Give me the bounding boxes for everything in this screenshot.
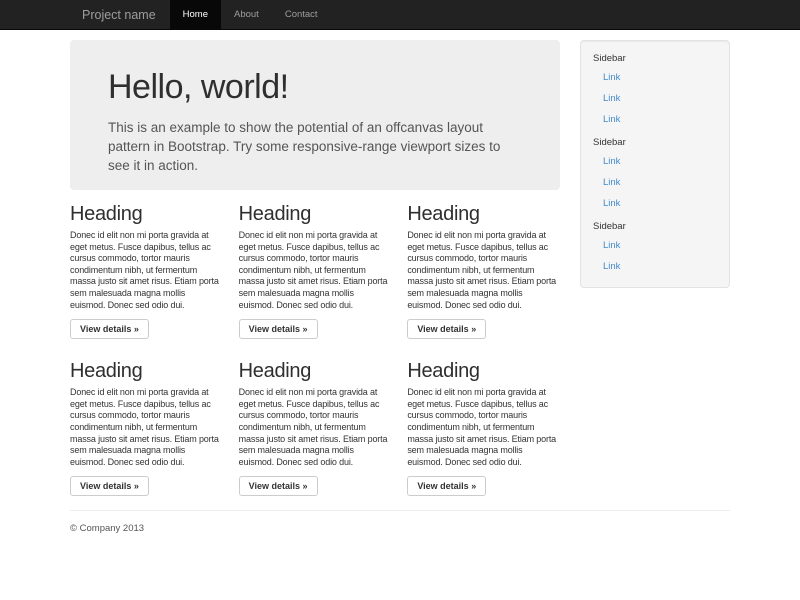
page-title: Hello, world! xyxy=(108,70,522,106)
navbar-menu: Home About Contact xyxy=(170,0,331,30)
card: Heading Donec id elit non mi porta gravi… xyxy=(407,192,560,339)
view-details-button[interactable]: View details » xyxy=(70,476,149,496)
copyright-text: © Company 2013 xyxy=(70,523,730,534)
sidebar-heading: Sidebar xyxy=(593,221,717,232)
sidebar: Sidebar Link Link Link Sidebar Link Link… xyxy=(580,40,730,496)
nav-item-contact[interactable]: Contact xyxy=(272,0,331,30)
card: Heading Donec id elit non mi porta gravi… xyxy=(70,349,223,496)
card: Heading Donec id elit non mi porta gravi… xyxy=(239,349,392,496)
sidebar-well: Sidebar Link Link Link Sidebar Link Link… xyxy=(580,40,730,288)
card-heading: Heading xyxy=(70,360,223,382)
page-container: Hello, world! This is an example to show… xyxy=(70,40,730,534)
navbar-brand[interactable]: Project name xyxy=(70,0,168,30)
sidebar-heading: Sidebar xyxy=(593,53,717,64)
cards-grid: Heading Donec id elit non mi porta gravi… xyxy=(70,192,560,496)
nav-item-about[interactable]: About xyxy=(221,0,272,30)
card-heading: Heading xyxy=(239,203,392,225)
view-details-button[interactable]: View details » xyxy=(407,476,486,496)
jumbotron-text: This is an example to show the potential… xyxy=(108,118,522,175)
sidebar-link[interactable]: Link xyxy=(593,193,717,214)
view-details-button[interactable]: View details » xyxy=(407,319,486,339)
card-heading: Heading xyxy=(407,203,560,225)
sidebar-link[interactable]: Link xyxy=(593,67,717,88)
sidebar-link[interactable]: Link xyxy=(593,88,717,109)
jumbotron: Hello, world! This is an example to show… xyxy=(70,40,560,190)
card-heading: Heading xyxy=(70,203,223,225)
sidebar-group: Sidebar Link Link Link xyxy=(593,137,717,214)
card-body: Donec id elit non mi porta gravida at eg… xyxy=(407,230,560,311)
main-content: Hello, world! This is an example to show… xyxy=(70,40,560,496)
card-body: Donec id elit non mi porta gravida at eg… xyxy=(407,387,560,468)
card: Heading Donec id elit non mi porta gravi… xyxy=(407,349,560,496)
navbar-inner: Project name Home About Contact xyxy=(70,0,730,30)
card-body: Donec id elit non mi porta gravida at eg… xyxy=(70,387,223,468)
sidebar-link[interactable]: Link xyxy=(593,235,717,256)
footer: © Company 2013 xyxy=(70,523,730,534)
sidebar-link[interactable]: Link xyxy=(593,172,717,193)
sidebar-group: Sidebar Link Link Link xyxy=(593,53,717,130)
top-navbar: Project name Home About Contact xyxy=(0,0,800,30)
card-body: Donec id elit non mi porta gravida at eg… xyxy=(70,230,223,311)
sidebar-heading: Sidebar xyxy=(593,137,717,148)
sidebar-link[interactable]: Link xyxy=(593,256,717,277)
card-body: Donec id elit non mi porta gravida at eg… xyxy=(239,387,392,468)
card-heading: Heading xyxy=(239,360,392,382)
sidebar-group: Sidebar Link Link xyxy=(593,221,717,277)
sidebar-link[interactable]: Link xyxy=(593,151,717,172)
view-details-button[interactable]: View details » xyxy=(70,319,149,339)
view-details-button[interactable]: View details » xyxy=(239,476,318,496)
card-heading: Heading xyxy=(407,360,560,382)
nav-item-home[interactable]: Home xyxy=(170,0,221,30)
footer-divider xyxy=(70,510,730,511)
card: Heading Donec id elit non mi porta gravi… xyxy=(70,192,223,339)
card: Heading Donec id elit non mi porta gravi… xyxy=(239,192,392,339)
card-body: Donec id elit non mi porta gravida at eg… xyxy=(239,230,392,311)
sidebar-link[interactable]: Link xyxy=(593,109,717,130)
view-details-button[interactable]: View details » xyxy=(239,319,318,339)
content-row: Hello, world! This is an example to show… xyxy=(70,40,730,496)
